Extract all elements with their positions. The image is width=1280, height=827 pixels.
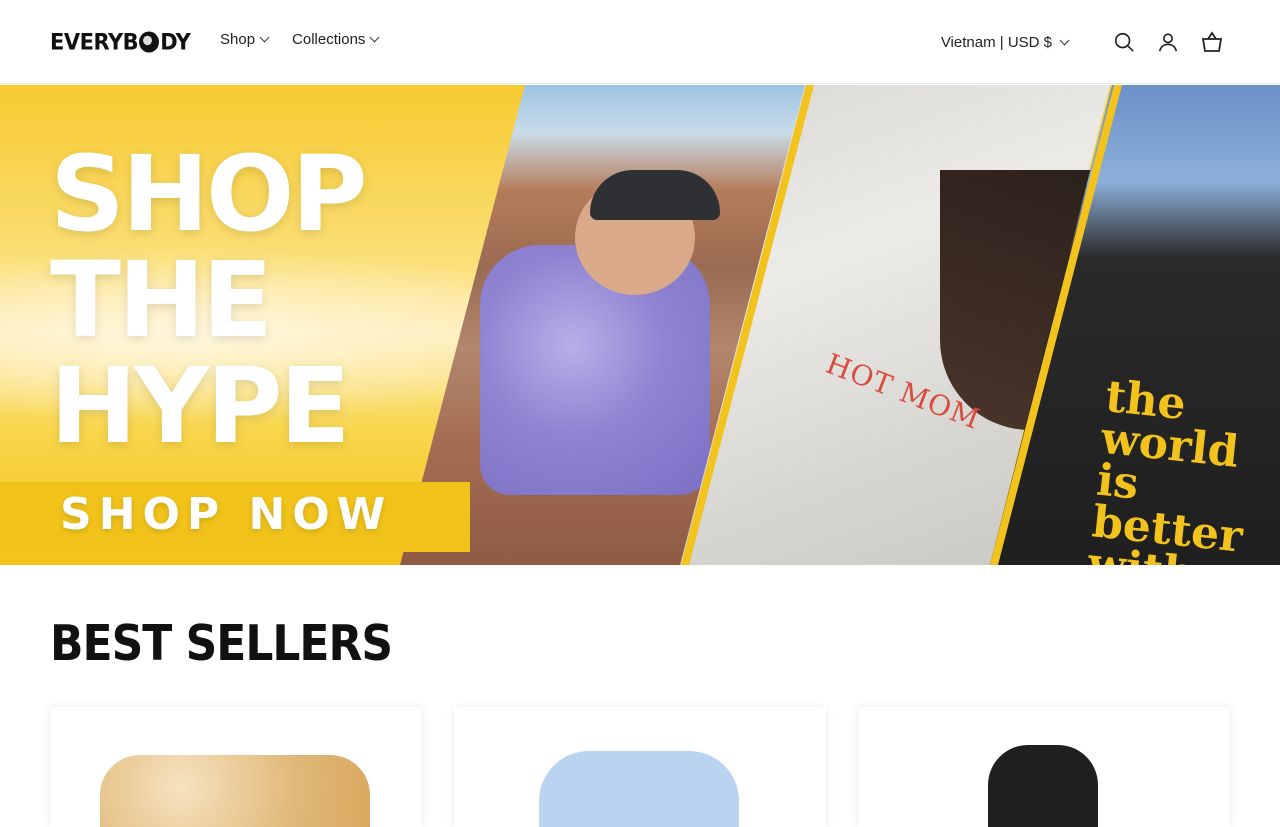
chevron-down-icon <box>369 32 380 43</box>
cap-shape <box>590 170 720 220</box>
brand-logo[interactable]: EVERYB DY <box>50 27 191 56</box>
search-icon <box>1114 32 1134 52</box>
headline-line-1: SHOP <box>50 133 368 255</box>
hero-banner[interactable]: HOT MOM theworldis betterwith youin it S… <box>0 85 1280 565</box>
product-image-tie-dye-tee <box>100 755 370 827</box>
search-button[interactable] <box>1112 30 1136 54</box>
product-card[interactable] <box>858 707 1230 827</box>
main-nav: Shop Collections <box>220 31 380 48</box>
nav-collections-label: Collections <box>292 31 366 48</box>
nav-collections[interactable]: Collections <box>292 31 380 48</box>
nav-shop[interactable]: Shop <box>220 31 270 48</box>
account-button[interactable] <box>1156 30 1180 54</box>
shop-now-button[interactable]: SHOP NOW <box>60 489 392 540</box>
best-sellers-title: BEST SELLERS <box>50 615 393 673</box>
chevron-down-icon <box>259 32 270 43</box>
hero-headline: SHOP THE HYPE <box>50 133 368 467</box>
product-card[interactable] <box>454 707 826 827</box>
locale-label: Vietnam | USD $ <box>940 33 1052 51</box>
headline-line-2: THE <box>50 239 273 361</box>
cart-button[interactable] <box>1200 30 1224 54</box>
purple-tee-shape <box>480 245 710 495</box>
headline-line-3: HYPE <box>50 345 351 467</box>
world-better-print: theworldis betterwith youin it <box>1086 371 1246 565</box>
product-image-black-hoodie <box>988 745 1098 827</box>
product-card[interactable] <box>50 707 422 827</box>
header-actions: Vietnam | USD $ <box>941 28 1224 56</box>
chevron-down-icon <box>1059 35 1070 45</box>
product-image-light-blue-tee <box>539 751 739 827</box>
globe-icon <box>139 31 160 53</box>
cart-icon <box>1201 31 1223 52</box>
locale-selector[interactable]: Vietnam | USD $ <box>940 33 1070 51</box>
site-header: EVERYB DY Shop Collections Vietnam | USD … <box>0 0 1280 84</box>
account-icon <box>1158 33 1178 52</box>
nav-shop-label: Shop <box>220 31 256 48</box>
